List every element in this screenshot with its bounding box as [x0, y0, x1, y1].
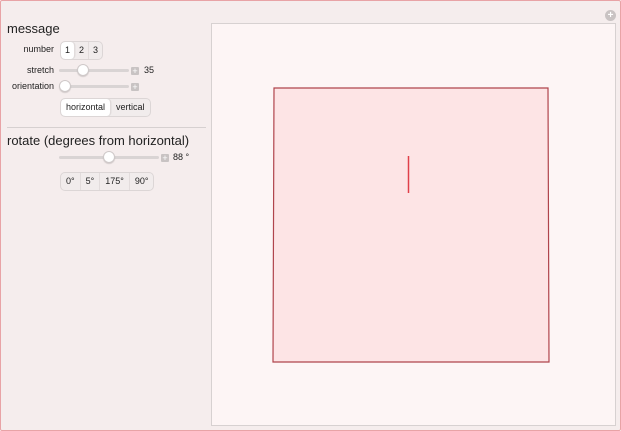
stretch-label: stretch [26, 65, 54, 75]
display-panel [211, 23, 616, 426]
number-selector: 1 2 3 [60, 41, 104, 60]
orientation-label: orientation [11, 81, 54, 91]
app-frame: + message number 1 2 3 stretch + 35 orie… [0, 0, 621, 431]
number-label: number [23, 44, 54, 54]
plus-circle-icon[interactable]: + [605, 10, 616, 21]
orientation-horizontal[interactable]: horizontal [61, 99, 112, 116]
orientation-vertical[interactable]: vertical [111, 99, 150, 116]
rotate-plus-icon[interactable]: + [161, 154, 169, 163]
rotate-preset-90[interactable]: 90° [130, 173, 154, 190]
number-option-2[interactable]: 2 [75, 42, 90, 59]
graphic-canvas [272, 87, 550, 363]
orientation-selector: horizontal vertical [60, 98, 151, 117]
section-divider [7, 127, 206, 128]
stretch-slider-track[interactable] [59, 69, 129, 72]
stretch-plus-icon[interactable]: + [131, 67, 139, 76]
rotate-title: rotate (degrees from horizontal) [7, 133, 190, 148]
orientation-slider-thumb[interactable] [59, 80, 71, 92]
stretch-slider-thumb[interactable] [77, 64, 89, 76]
rotate-preset-175[interactable]: 175° [100, 173, 130, 190]
number-option-1[interactable]: 1 [61, 42, 76, 59]
rotate-slider-thumb[interactable] [103, 151, 116, 163]
square-shape [272, 87, 550, 363]
rotate-presets: 0° 5° 175° 90° [60, 172, 155, 191]
rotate-preset-5[interactable]: 5° [81, 173, 101, 190]
stretch-value: 35 [144, 65, 155, 75]
rotate-value: 88 ° [173, 152, 190, 162]
orientation-plus-icon[interactable]: + [131, 83, 139, 92]
message-title: message [7, 21, 60, 36]
number-option-3[interactable]: 3 [89, 42, 102, 59]
rotate-preset-0[interactable]: 0° [61, 173, 81, 190]
